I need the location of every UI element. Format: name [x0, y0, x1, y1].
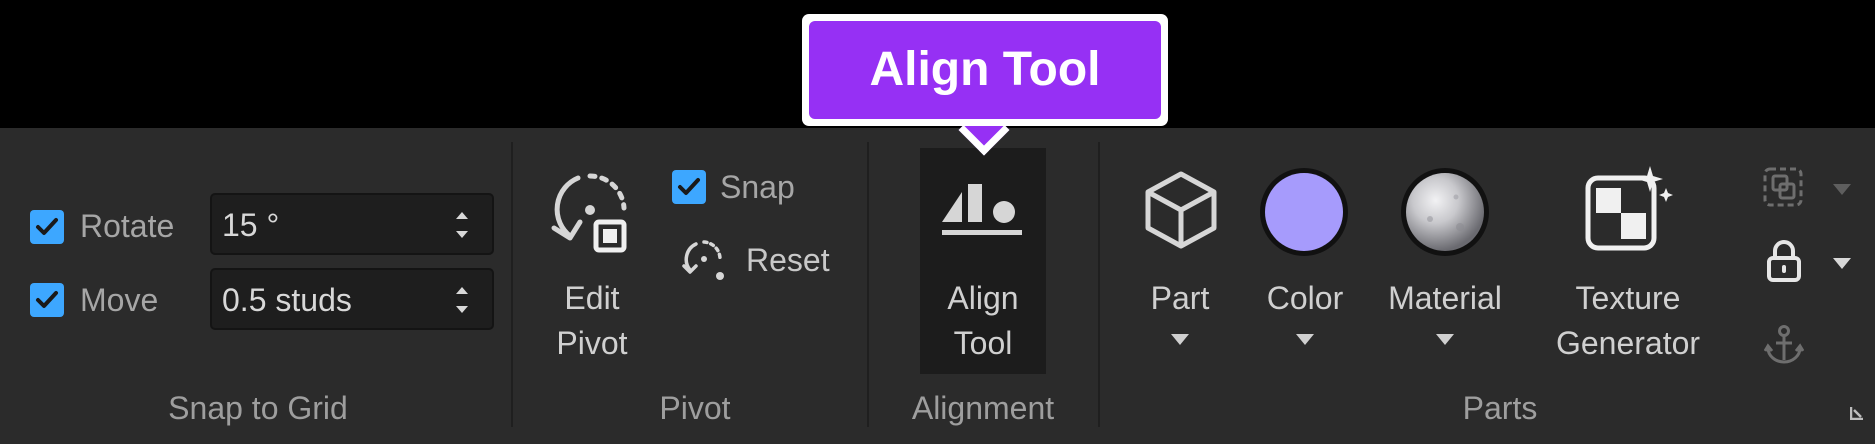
parts-group-label: Parts: [1462, 390, 1538, 426]
group-dropdown-arrow-icon[interactable]: [1833, 184, 1851, 195]
move-checkbox[interactable]: [30, 283, 64, 317]
move-increment-input[interactable]: 0.5 studs: [210, 268, 494, 330]
snap-to-grid-group-label: Snap to Grid: [168, 390, 348, 426]
alignment-group-label: Alignment: [911, 390, 1055, 426]
anchor-icon[interactable]: [1764, 324, 1804, 366]
texture-generator-label-line1: Texture: [1575, 280, 1681, 316]
group-divider: [1098, 142, 1100, 427]
material-label: Material: [1388, 280, 1502, 316]
dropdown-arrow-icon: [1171, 334, 1189, 345]
spin-arrows-icon[interactable]: [454, 207, 470, 243]
edit-pivot-label-line1: Edit: [564, 280, 620, 316]
edit-pivot-icon[interactable]: [548, 170, 632, 256]
dropdown-arrow-icon: [1296, 334, 1314, 345]
edit-pivot-label-line2: Pivot: [556, 325, 628, 361]
checkmark-icon: [678, 178, 700, 195]
expand-corner-icon[interactable]: [1850, 406, 1864, 420]
group-divider: [511, 142, 513, 427]
align-tool-button[interactable]: Align Tool: [920, 148, 1046, 374]
part-label: Part: [1150, 280, 1210, 316]
snap-pivot-label: Snap: [720, 169, 795, 205]
reset-pivot-button[interactable]: Reset: [746, 242, 830, 279]
tooltip-body: Align Tool: [809, 21, 1161, 119]
reset-pivot-icon[interactable]: [682, 238, 726, 284]
checkmark-icon: [36, 291, 58, 308]
rotate-label: Rotate: [80, 208, 175, 244]
move-value: 0.5 studs: [222, 282, 352, 318]
part-button[interactable]: Part: [1134, 276, 1226, 345]
edit-pivot-button[interactable]: Edit Pivot: [540, 276, 644, 366]
texture-generator-label-line2: Generator: [1555, 325, 1701, 361]
spin-arrows-icon[interactable]: [454, 282, 470, 318]
ribbon-toolbar: Rotate 15 ° Move 0.5 studs Snap to Grid …: [0, 128, 1875, 444]
material-button[interactable]: Material: [1380, 276, 1510, 345]
lock-dropdown-arrow-icon[interactable]: [1833, 258, 1851, 269]
color-button[interactable]: Color: [1250, 276, 1360, 345]
align-tool-label-line1: Align: [947, 280, 1019, 316]
align-icon: [942, 184, 1022, 235]
tooltip-text: Align Tool: [869, 43, 1101, 96]
align-tool-label: Align Tool: [920, 276, 1046, 366]
snap-pivot-checkbox[interactable]: [672, 170, 706, 204]
group-icon[interactable]: [1762, 166, 1804, 208]
lock-icon[interactable]: [1766, 240, 1802, 282]
color-swatch-fill: [1265, 173, 1343, 251]
align-tool-label-line2: Tool: [953, 325, 1013, 361]
color-swatch-icon: [1260, 168, 1348, 256]
dropdown-arrow-icon: [1436, 334, 1454, 345]
group-divider: [867, 142, 869, 427]
checkmark-icon: [36, 218, 58, 235]
texture-generator-icon: [1585, 166, 1673, 251]
pivot-group-label: Pivot: [659, 390, 731, 426]
move-label: Move: [80, 282, 159, 318]
align-tool-tooltip: Align Tool: [802, 14, 1168, 126]
rotate-value: 15 °: [222, 207, 280, 243]
color-label: Color: [1266, 280, 1344, 316]
part-cube-icon: [1145, 171, 1217, 249]
rotate-checkbox[interactable]: [30, 210, 64, 244]
material-sphere-icon: [1401, 168, 1489, 256]
rotate-increment-input[interactable]: 15 °: [210, 193, 494, 255]
texture-generator-button[interactable]: Texture Generator: [1540, 276, 1716, 366]
